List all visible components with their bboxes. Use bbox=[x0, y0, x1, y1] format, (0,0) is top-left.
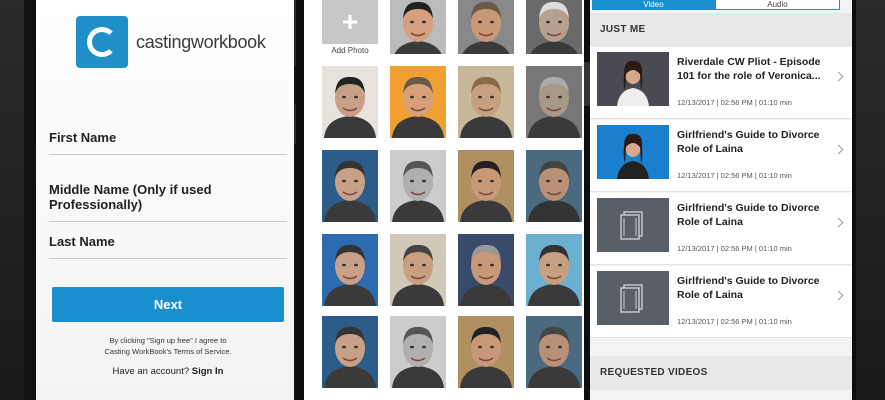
middle-name-field[interactable]: Middle Name (Only if used Professionally… bbox=[49, 182, 287, 222]
profile-photo[interactable] bbox=[526, 150, 582, 222]
film-icon bbox=[597, 271, 669, 325]
portrait-image bbox=[322, 316, 378, 388]
video-meta: 12/13/2017 | 02:56 PM | 01:10 min bbox=[677, 317, 792, 326]
signup-screen: castingworkbook First Name Middle Name (… bbox=[36, 0, 294, 400]
video-list-item[interactable]: Riverdale CW Pliot - Episode 101 for the… bbox=[590, 47, 852, 119]
profile-photo[interactable] bbox=[526, 0, 582, 54]
photos-phone: + Add Photo bbox=[296, 0, 594, 400]
tab-audio[interactable]: Audio bbox=[715, 0, 840, 10]
chevron-right-icon bbox=[833, 290, 844, 301]
portrait-image bbox=[390, 66, 446, 138]
profile-photo[interactable] bbox=[322, 234, 378, 306]
portrait-image bbox=[526, 234, 582, 306]
portrait-image bbox=[458, 316, 514, 388]
profile-photo[interactable] bbox=[390, 234, 446, 306]
portrait-image bbox=[526, 150, 582, 222]
photos-screen: + Add Photo bbox=[304, 0, 586, 400]
video-thumb bbox=[597, 52, 669, 106]
first-name-label: First Name bbox=[49, 130, 117, 145]
video-meta: 12/13/2017 | 02:56 PM | 01:10 min bbox=[677, 171, 792, 180]
add-photo-button[interactable]: + bbox=[322, 0, 378, 44]
portrait-image bbox=[390, 234, 446, 306]
sign-in-row: Have an account? Sign In bbox=[50, 366, 286, 377]
portrait-image bbox=[526, 0, 582, 54]
portrait-image bbox=[322, 234, 378, 306]
logo-text: castingworkbook bbox=[136, 31, 266, 52]
film-icon bbox=[597, 198, 669, 252]
profile-photo[interactable] bbox=[390, 316, 446, 388]
profile-photo[interactable] bbox=[458, 316, 514, 388]
terms-line-2[interactable]: Casting WorkBook's Terms of Service. bbox=[50, 346, 286, 357]
last-name-label: Last Name bbox=[49, 234, 115, 249]
video-list-item[interactable]: Girlfriend's Guide to Divorce Role of La… bbox=[590, 266, 852, 338]
portrait-image bbox=[458, 234, 514, 306]
profile-photo[interactable] bbox=[322, 150, 378, 222]
have-account-text: Have an account? bbox=[112, 366, 190, 377]
profile-photo[interactable] bbox=[458, 150, 514, 222]
plus-icon: + bbox=[341, 6, 359, 37]
portrait-image bbox=[390, 316, 446, 388]
app-logo: castingworkbook bbox=[76, 16, 266, 68]
first-name-field[interactable]: First Name bbox=[49, 130, 287, 155]
requested-videos-header: REQUESTED VIDEOS bbox=[590, 356, 852, 390]
video-title: Girlfriend's Guide to Divorce Role of La… bbox=[677, 275, 820, 301]
chevron-right-icon bbox=[833, 71, 844, 82]
profile-photo[interactable] bbox=[390, 150, 446, 222]
media-tabs: Video Audio bbox=[592, 0, 840, 10]
profile-photo[interactable] bbox=[322, 66, 378, 138]
portrait-image bbox=[458, 150, 514, 222]
video-thumb bbox=[597, 125, 669, 179]
portrait-image bbox=[322, 66, 378, 138]
just-me-header: JUST ME bbox=[590, 13, 852, 47]
video-thumbnail bbox=[597, 125, 669, 179]
videos-screen: Video Audio JUST ME Riverdale CW Pliot -… bbox=[590, 0, 852, 400]
profile-photo[interactable] bbox=[526, 66, 582, 138]
profile-photo[interactable] bbox=[390, 66, 446, 138]
logo-c-icon bbox=[76, 16, 128, 68]
portrait-image bbox=[390, 150, 446, 222]
add-photo-label: Add Photo bbox=[331, 46, 369, 55]
portrait-image bbox=[526, 66, 582, 138]
tab-video[interactable]: Video bbox=[592, 0, 715, 10]
video-title: Girlfriend's Guide to Divorce Role of La… bbox=[677, 129, 820, 155]
video-meta: 12/13/2017 | 02:56 PM | 01:10 min bbox=[677, 244, 792, 253]
video-title: Riverdale CW Pliot - Episode 101 for the… bbox=[677, 56, 821, 82]
portrait-image bbox=[390, 0, 446, 54]
portrait-image bbox=[458, 0, 514, 54]
video-title: Girlfriend's Guide to Divorce Role of La… bbox=[677, 202, 820, 228]
profile-photo[interactable] bbox=[458, 234, 514, 306]
terms-line-1: By clicking "Sign up free" I agree to bbox=[109, 336, 227, 345]
next-button[interactable]: Next bbox=[52, 287, 284, 322]
portrait-image bbox=[526, 316, 582, 388]
middle-name-label: Middle Name (Only if used Professionally… bbox=[49, 182, 212, 212]
profile-photo[interactable] bbox=[390, 0, 446, 54]
profile-photo[interactable] bbox=[458, 66, 514, 138]
portrait-image bbox=[458, 66, 514, 138]
video-thumbnail bbox=[597, 52, 669, 106]
profile-photo[interactable] bbox=[322, 316, 378, 388]
last-name-field[interactable]: Last Name bbox=[49, 234, 287, 259]
signup-phone: castingworkbook First Name Middle Name (… bbox=[24, 0, 302, 400]
video-list-item[interactable]: Girlfriend's Guide to Divorce Role of La… bbox=[590, 193, 852, 265]
profile-photo[interactable] bbox=[526, 234, 582, 306]
chevron-right-icon bbox=[833, 217, 844, 228]
video-thumb bbox=[597, 271, 669, 325]
portrait-image bbox=[322, 150, 378, 222]
video-list-item[interactable]: Girlfriend's Guide to Divorce Role of La… bbox=[590, 120, 852, 192]
profile-photo[interactable] bbox=[458, 0, 514, 54]
video-meta: 12/13/2017 | 02:56 PM | 01:10 min bbox=[677, 98, 792, 107]
sign-in-link[interactable]: Sign In bbox=[192, 366, 224, 377]
video-thumb bbox=[597, 198, 669, 252]
chevron-right-icon bbox=[833, 144, 844, 155]
videos-phone: Video Audio JUST ME Riverdale CW Pliot -… bbox=[584, 0, 856, 400]
profile-photo[interactable] bbox=[526, 316, 582, 388]
